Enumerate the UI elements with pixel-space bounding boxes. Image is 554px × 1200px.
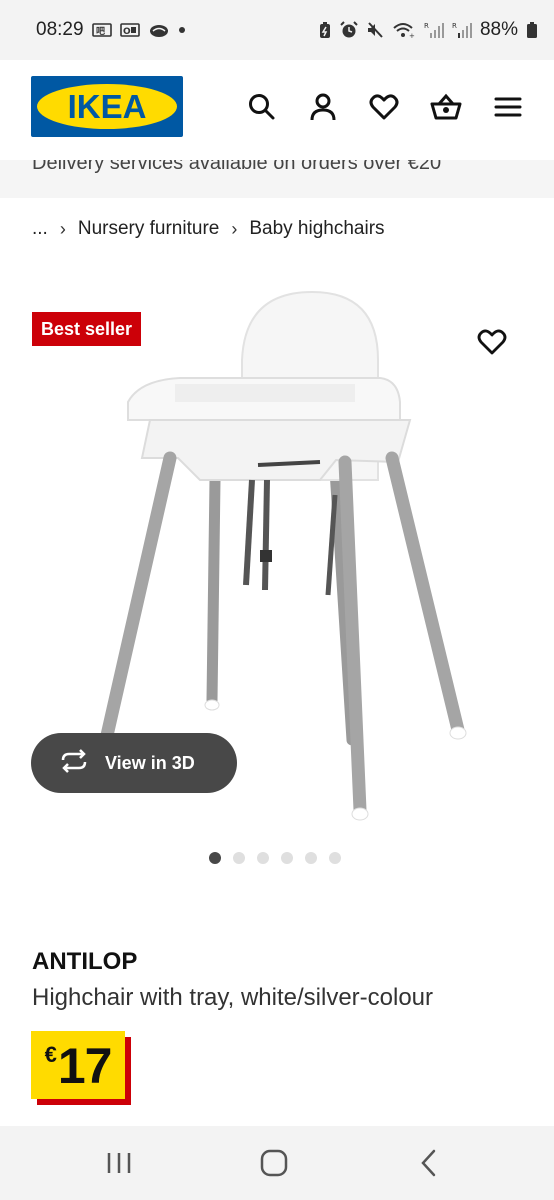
price-currency: € [44, 1042, 57, 1067]
account-icon[interactable] [307, 91, 339, 123]
menu-icon[interactable] [492, 91, 524, 123]
home-icon[interactable] [257, 1146, 291, 1180]
rotate-3d-icon [57, 748, 91, 778]
outlook-icon: O [119, 22, 140, 38]
tray-recess [175, 384, 355, 402]
leg-cap [351, 807, 369, 821]
logo-text: IKEA [67, 88, 147, 125]
price-tag: € 17 [31, 1031, 125, 1099]
gallery-dot[interactable] [329, 852, 341, 864]
svg-text:R: R [452, 22, 457, 30]
site-header: IKEA [0, 60, 554, 160]
chair-strap [325, 494, 338, 596]
signal-icon-2: R [452, 21, 472, 39]
alarm-icon [340, 21, 358, 39]
gallery-dot[interactable] [281, 852, 293, 864]
battery-percent: 88% [479, 19, 518, 40]
basket-icon[interactable] [429, 91, 462, 123]
gallery-dot[interactable] [233, 852, 245, 864]
add-to-favourites-heart-icon[interactable] [476, 326, 508, 358]
svg-text:R: R [424, 22, 429, 30]
chair-leg [206, 474, 221, 706]
system-nav-bar [0, 1126, 554, 1200]
heart-icon[interactable] [368, 91, 400, 123]
notification-dot [178, 26, 186, 34]
chair-leg [91, 451, 177, 782]
breadcrumb: ... › Nursery furniture › Baby highchair… [32, 218, 385, 240]
leg-cap [449, 726, 467, 740]
status-bar: 08:29 吧 O + R R 88% [0, 0, 554, 60]
chair-leg [385, 451, 465, 737]
svg-text:吧: 吧 [96, 26, 105, 37]
search-icon[interactable] [246, 91, 278, 123]
svg-text:+: + [409, 32, 415, 39]
gallery-dot[interactable] [257, 852, 269, 864]
battery-saver-icon [318, 21, 332, 39]
price-amount: 17 [57, 1038, 113, 1094]
promo-banner[interactable]: Delivery services available on orders ov… [0, 160, 554, 198]
chevron-right-icon: › [59, 218, 66, 239]
chevron-right-icon: › [231, 218, 238, 239]
best-seller-badge: Best seller [32, 312, 142, 346]
product-name: ANTILOP [32, 948, 138, 975]
promo-text: Delivery services available on orders ov… [32, 160, 442, 174]
strap-buckle [260, 550, 272, 562]
signal-icon-1: R [424, 21, 444, 39]
product-description: Highchair with tray, white/silver-colour [32, 984, 434, 1011]
gallery-dot[interactable] [305, 852, 317, 864]
mute-icon [366, 21, 384, 39]
gallery-dot[interactable] [209, 852, 221, 864]
chair-strap [262, 479, 270, 591]
chair-leg [338, 455, 367, 817]
svg-text:O: O [123, 27, 131, 37]
recent-apps-icon[interactable] [102, 1146, 136, 1180]
breadcrumb-baby-highchairs[interactable]: Baby highchairs [249, 218, 384, 240]
teams-icon: 吧 [91, 22, 112, 38]
gallery-pagination [209, 852, 341, 864]
breadcrumb-ellipsis[interactable]: ... [32, 218, 48, 240]
wifi-icon: + [392, 21, 416, 39]
battery-icon [526, 21, 538, 39]
clock: 08:29 [36, 19, 84, 40]
cloud-icon [148, 22, 170, 38]
view-in-3d-label: View in 3D [105, 752, 195, 773]
breadcrumb-nursery-furniture[interactable]: Nursery furniture [78, 218, 220, 240]
chair-strap [243, 479, 255, 586]
ikea-logo[interactable]: IKEA [31, 76, 183, 137]
back-icon[interactable] [412, 1146, 446, 1180]
view-in-3d-button[interactable]: View in 3D [31, 733, 237, 793]
leg-cap [204, 699, 220, 711]
